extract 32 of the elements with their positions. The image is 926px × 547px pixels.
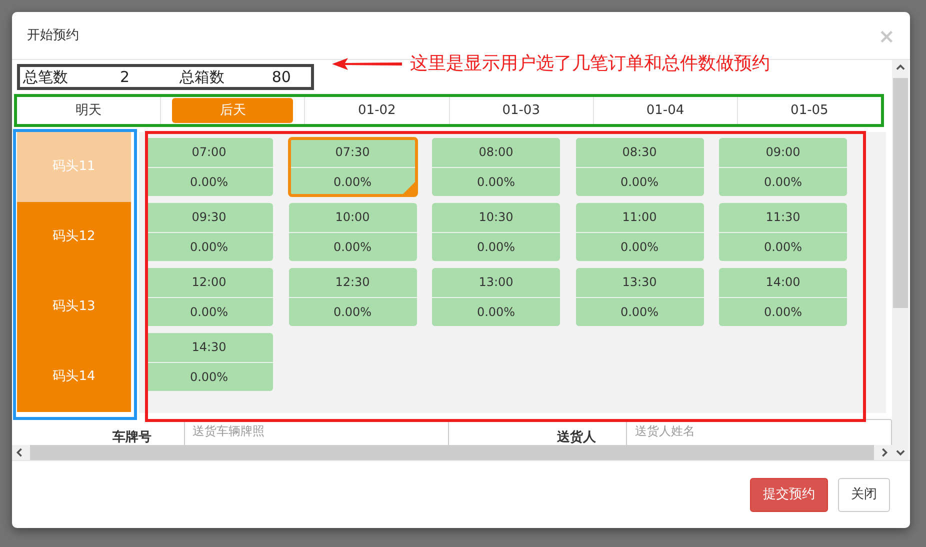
time-slot[interactable]: 08:30 0.00% <box>576 138 704 196</box>
vertical-scrollbar[interactable] <box>892 60 909 460</box>
time-slot[interactable]: 11:30 0.00% <box>719 203 847 261</box>
time-slot[interactable]: 10:30 0.00% <box>432 203 560 261</box>
summary-value: 2 <box>120 66 131 88</box>
time-slot[interactable]: 14:00 0.00% <box>719 268 847 326</box>
time-slot[interactable]: 09:00 0.00% <box>719 138 847 196</box>
field-label: 车牌号 <box>112 428 152 445</box>
time-slot[interactable]: 12:30 0.00% <box>288 268 416 326</box>
dialog-title: 开始预约 <box>27 26 79 45</box>
time-slot[interactable]: 07:00 0.00% <box>145 138 273 196</box>
time-slot[interactable]: 10:00 0.00% <box>288 203 416 261</box>
annotation-text: 这里是显示用户选了几笔订单和总件数做预约 <box>410 52 770 76</box>
time-slot[interactable]: 09:30 0.00% <box>145 203 273 261</box>
horizontal-scrollbar[interactable] <box>12 445 892 460</box>
summary-label: 总笔数 <box>23 66 69 88</box>
field-label: 送货人 <box>556 429 596 445</box>
summary-value: 80 <box>272 66 292 88</box>
submit-button[interactable]: 提交预约 <box>750 478 828 512</box>
time-slot[interactable]: 07:30 0.00% <box>288 138 416 196</box>
input-field[interactable]: 送货车辆牌照 <box>184 419 449 445</box>
close-button[interactable]: 关闭 <box>838 478 890 512</box>
time-slot[interactable]: 13:30 0.00% <box>576 268 704 326</box>
time-slot[interactable]: 08:00 0.00% <box>432 138 560 196</box>
time-slot[interactable]: 13:00 0.00% <box>432 268 560 326</box>
input-field[interactable]: 送货人姓名 <box>626 419 892 445</box>
time-slot[interactable]: 11:00 0.00% <box>576 203 704 261</box>
arrow-icon <box>332 56 402 70</box>
time-slot[interactable]: 14:30 0.00% <box>145 333 273 391</box>
time-slot[interactable]: 12:00 0.00% <box>145 268 273 326</box>
summary-label: 总箱数 <box>180 66 226 88</box>
corner-icon <box>402 181 416 195</box>
